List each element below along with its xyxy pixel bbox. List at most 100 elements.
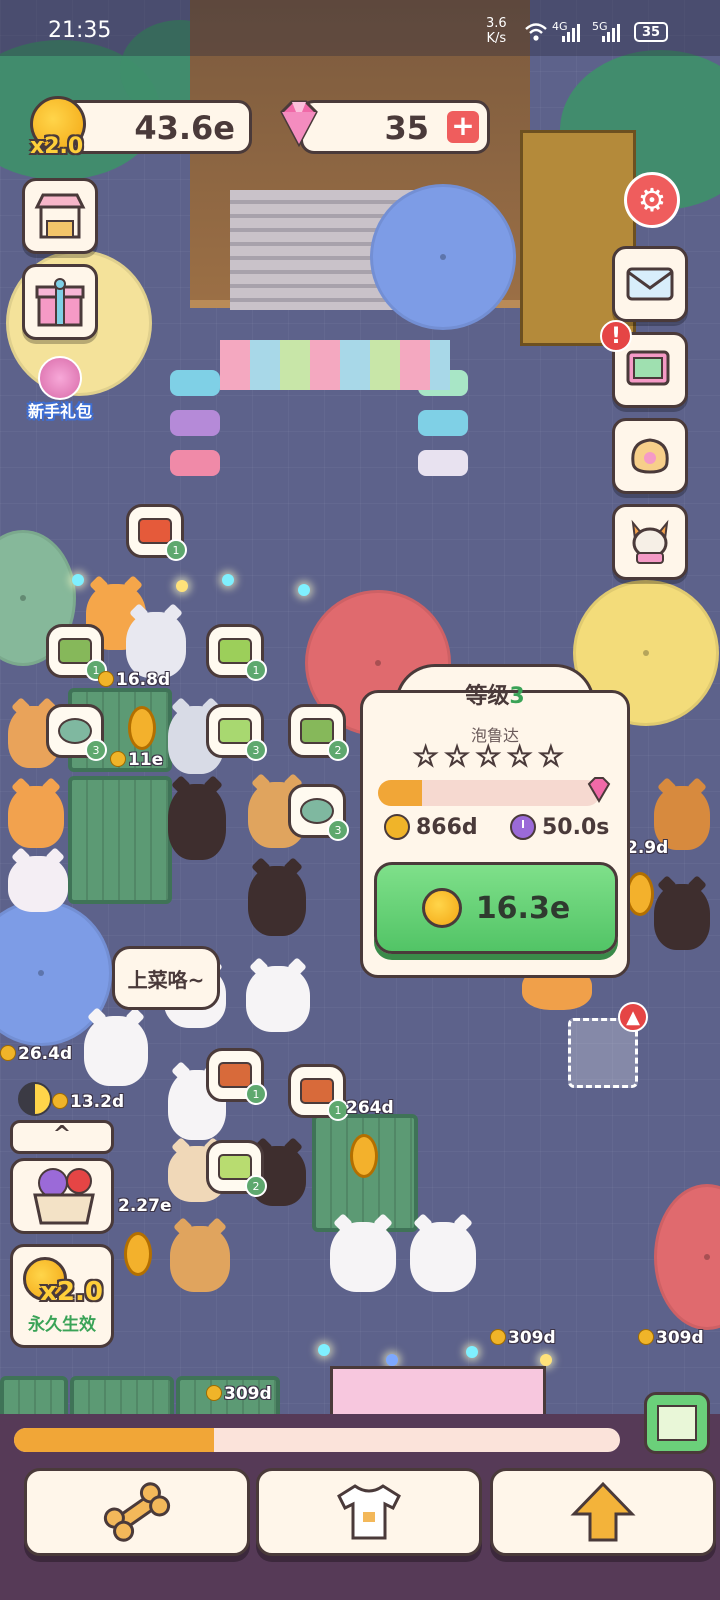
star-rating: ★ ★ ★ ★ ★ — [413, 742, 564, 772]
shop-button[interactable] — [22, 178, 98, 254]
envelope-icon — [626, 267, 674, 301]
gem-amount: 35 — [384, 109, 429, 147]
string-light — [72, 574, 84, 586]
plus-icon[interactable]: + — [447, 111, 479, 143]
order-bubble[interactable]: 1 — [46, 624, 107, 681]
coin-pickup[interactable] — [350, 1134, 378, 1178]
star-icon: ★ — [507, 742, 532, 772]
gem-icon — [280, 100, 318, 148]
signal-icon — [602, 22, 620, 42]
string-light — [540, 1354, 552, 1366]
earning-label: 13.2d — [52, 1092, 124, 1112]
dog-collection-button[interactable] — [612, 504, 688, 580]
battery-icon: 35 — [634, 22, 668, 42]
order-bubble[interactable]: 2 — [288, 704, 349, 761]
arrow-up-icon — [570, 1481, 636, 1542]
level-progress-fill — [14, 1428, 214, 1452]
order-bubble[interactable]: 2 — [206, 1140, 267, 1197]
chevron-up-icon: ^ — [52, 1122, 72, 1147]
decor-button[interactable] — [256, 1468, 482, 1556]
coin-balance: 43.6e — [62, 100, 252, 154]
booster-label: 永久生效 — [28, 1315, 96, 1335]
time-stat: 50.0s — [510, 814, 609, 840]
coin-icon — [421, 888, 462, 928]
dog-customer[interactable] — [248, 866, 306, 936]
coin-pickup[interactable] — [626, 872, 654, 916]
earning-label: 11e — [110, 750, 163, 770]
dog-customer[interactable] — [330, 1222, 396, 1292]
upgrade-arrow-icon[interactable]: ▲ — [618, 1002, 648, 1032]
earning-label: 309d — [638, 1328, 704, 1348]
newbie-pack-label: 新手礼包 — [27, 402, 92, 421]
food-menu-button[interactable] — [24, 1468, 250, 1556]
settings-button[interactable]: ⚙ — [624, 172, 680, 228]
string-light — [318, 1344, 330, 1356]
dog-customer[interactable] — [84, 1016, 148, 1086]
coin-pickup[interactable] — [124, 1232, 152, 1276]
coin-icon — [384, 814, 410, 840]
string-light — [386, 1354, 398, 1366]
order-bubble[interactable]: 3 — [206, 704, 267, 761]
upgrade-progress-fill — [378, 780, 423, 806]
bakery-button[interactable] — [612, 418, 688, 494]
order-bubble[interactable]: 1 — [206, 1048, 267, 1105]
earning-label: 26.4d — [0, 1044, 72, 1064]
dog-customer[interactable] — [410, 1222, 476, 1292]
star-icon: ★ — [444, 742, 469, 772]
income-stat: 866d — [384, 814, 478, 840]
string-light — [176, 580, 188, 592]
order-count: 3 — [85, 739, 107, 761]
order-count: 3 — [327, 819, 349, 841]
collapse-button[interactable]: ^ — [10, 1120, 114, 1154]
network-speed: 3.6 K/s — [486, 16, 507, 46]
dog-customer[interactable] — [246, 966, 310, 1032]
earning-label: 309d — [490, 1328, 556, 1348]
newbie-pack-button[interactable]: 新手礼包 — [20, 356, 100, 422]
upgrade-cost: 16.3e — [475, 890, 571, 926]
gear-icon: ⚙ — [637, 181, 667, 219]
order-bubble[interactable]: 1 — [126, 504, 187, 561]
string-light — [466, 1346, 478, 1358]
coin-pickup[interactable] — [128, 706, 156, 750]
star-icon: ★ — [476, 742, 501, 772]
bread-icon — [631, 438, 669, 474]
order-bubble[interactable]: 3 — [46, 704, 107, 761]
dog-customer[interactable] — [8, 856, 68, 912]
order-count: 2 — [327, 739, 349, 761]
earning-label: 309d — [206, 1384, 272, 1404]
string-light — [222, 574, 234, 586]
bamboo-table[interactable] — [68, 776, 172, 904]
order-bubble[interactable]: 1 — [206, 624, 267, 681]
order-bubble[interactable]: 1 — [288, 1064, 349, 1121]
dog-customer[interactable] — [654, 884, 710, 950]
order-count: 3 — [245, 739, 267, 761]
earning-label: 16.8d — [98, 670, 170, 690]
dog-customer[interactable] — [126, 612, 186, 678]
basket-button[interactable] — [10, 1158, 114, 1234]
newbie-pack-icon — [38, 356, 82, 400]
dog-customer[interactable] — [8, 786, 64, 848]
earning-label: 2.27e — [118, 1196, 172, 1216]
map-button[interactable] — [644, 1392, 710, 1454]
shop-stall-icon — [34, 193, 86, 239]
string-light — [298, 584, 310, 596]
star-icon: ★ — [538, 742, 563, 772]
alert-badge: ! — [600, 320, 632, 352]
order-bubble[interactable]: 3 — [288, 784, 349, 841]
coin-multiplier: x2.0 — [30, 134, 84, 159]
gift-button[interactable] — [22, 264, 98, 340]
mail-button[interactable] — [612, 246, 688, 322]
corgi-icon — [631, 519, 669, 564]
star-icon: ★ — [413, 742, 438, 772]
umbrella-blue — [370, 184, 516, 330]
upgrade-menu-button[interactable] — [490, 1468, 716, 1556]
tshirt-icon — [337, 1484, 401, 1540]
dog-customer[interactable] — [170, 1226, 230, 1292]
upgrade-button[interactable]: 16.3e — [374, 862, 618, 954]
wifi-icon — [524, 22, 548, 47]
dog-customer[interactable] — [168, 784, 226, 860]
level-progress — [14, 1428, 620, 1452]
income-booster-button[interactable]: x2.0 永久生效 — [10, 1244, 114, 1348]
laundry-line — [220, 340, 450, 390]
speech-bubble: 上菜咯~ — [112, 946, 220, 1010]
